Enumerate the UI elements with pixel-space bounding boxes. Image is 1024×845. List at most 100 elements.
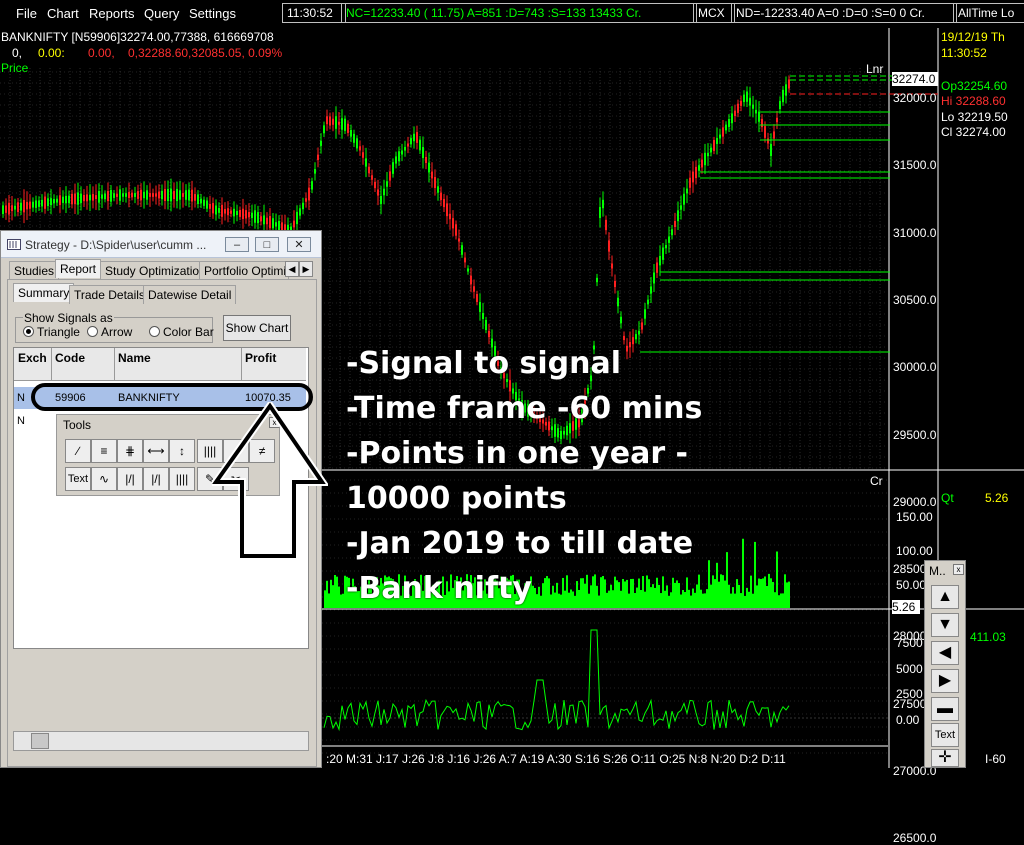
candle-body: [761, 118, 763, 128]
undefined-tick-label: 30500.0: [893, 292, 937, 307]
candle-body: [134, 193, 136, 197]
close-icon[interactable]: ✕: [287, 237, 311, 252]
fibonacci-time-tool-icon[interactable]: ||||: [169, 467, 195, 491]
volume-bar: [666, 585, 668, 608]
candle-body: [185, 190, 187, 200]
col-code[interactable]: Code: [55, 351, 85, 365]
horizontal-measure-tool-icon[interactable]: ⟷: [143, 439, 169, 463]
maximize-icon[interactable]: □: [255, 237, 279, 252]
radio-arrow-icon[interactable]: [87, 326, 98, 337]
volume-bar: [708, 560, 710, 608]
radio-color-bar[interactable]: Color Bar: [149, 325, 214, 339]
volume-bar: [534, 587, 536, 608]
note-6: -Bank nifty: [346, 571, 532, 606]
scroll-down-icon[interactable]: ▼: [931, 613, 959, 637]
tab-portfolio-optimize[interactable]: Portfolio Optimize: [199, 261, 289, 280]
volume-bar: [580, 578, 582, 608]
ohlc-open: Op32254.60: [941, 79, 1008, 93]
volume-bar: [596, 585, 598, 608]
candle-body: [182, 193, 184, 197]
trendline-tool-icon[interactable]: ∕: [65, 439, 91, 463]
candle-body: [362, 152, 364, 158]
candle-body: [5, 205, 7, 213]
col-exch[interactable]: Exch: [18, 351, 47, 365]
candle-body: [59, 195, 61, 206]
volume-bar: [756, 585, 758, 608]
col-name[interactable]: Name: [118, 351, 151, 365]
scroll-left-icon[interactable]: ◀: [931, 641, 959, 665]
volume-bar: [754, 541, 756, 608]
vertical-measure-tool-icon[interactable]: ↕: [169, 439, 195, 463]
volume-bar: [556, 582, 558, 608]
crosshair-icon[interactable]: ✛: [931, 749, 959, 767]
scroll-up-icon[interactable]: ▲: [931, 585, 959, 609]
volume-bar: [558, 593, 560, 608]
col-divider: [114, 348, 115, 380]
tab-study-optimization[interactable]: Study Optimization: [100, 261, 211, 280]
candle-body: [233, 208, 235, 217]
fan-lines-tool-icon[interactable]: ⋕: [117, 439, 143, 463]
volume-bar: [570, 589, 572, 608]
nav-text-button[interactable]: Text: [931, 723, 959, 747]
horizontal-scrollbar[interactable]: [13, 731, 309, 751]
qt-value: 5.26: [985, 491, 1009, 505]
wave-tool-icon[interactable]: ∿: [91, 467, 117, 491]
note-2: -Time frame -60 mins: [346, 391, 703, 426]
candle-body: [422, 147, 424, 158]
tab-scroll-left-icon[interactable]: ◀: [285, 261, 299, 277]
candle-body: [443, 198, 445, 208]
radio-arrow[interactable]: Arrow: [87, 325, 132, 339]
candle-body: [167, 188, 169, 202]
candle-body: [122, 193, 124, 197]
candle-body: [170, 188, 172, 202]
parallel-lines-tool-icon[interactable]: ≡: [91, 439, 117, 463]
volume-bar: [340, 594, 342, 608]
candle-body: [746, 91, 748, 102]
candle-body: [428, 162, 430, 173]
subtab-datewise-detail[interactable]: Datewise Detail: [143, 285, 237, 304]
nav-close-icon[interactable]: x: [953, 564, 964, 575]
volume-bar: [540, 595, 542, 608]
subtab-summary[interactable]: Summary: [13, 283, 75, 302]
tab-studies[interactable]: Studies: [9, 261, 60, 280]
radio-triangle[interactable]: Triangle: [23, 325, 80, 339]
candle-body: [752, 104, 754, 109]
speed-lines-tool-icon[interactable]: |/|: [143, 467, 169, 491]
radio-color-bar-icon[interactable]: [149, 326, 160, 337]
strategy-titlebar[interactable]: Strategy - D:\Spider\user\cumm ... – □ ✕: [1, 231, 321, 258]
candle-body: [704, 152, 706, 166]
radio-triangle-icon[interactable]: [23, 326, 34, 337]
undefined-tick-label: 32000.0: [893, 91, 937, 105]
volume-bar: [686, 577, 688, 608]
gann-tool-icon[interactable]: |/|: [117, 467, 143, 491]
text-tool-button[interactable]: Text: [65, 467, 91, 491]
candle-body: [218, 208, 220, 213]
volume-bar: [638, 578, 640, 608]
volume-bar: [602, 575, 604, 608]
undefined-tick-label: 2500: [896, 687, 923, 701]
candle-body: [671, 229, 673, 236]
volume-bar: [324, 590, 326, 608]
volume-bar: [674, 582, 676, 608]
tab-report[interactable]: Report: [55, 259, 102, 278]
pointer-arrow: [212, 402, 328, 560]
volume-bar: [588, 593, 590, 608]
volume-badge: 5.26: [892, 600, 920, 614]
candle-body: [701, 159, 703, 168]
scroll-right-icon[interactable]: ▶: [931, 669, 959, 693]
volume-bar: [592, 576, 594, 608]
scrollbar-thumb[interactable]: [31, 733, 49, 749]
col-profit[interactable]: Profit: [245, 351, 276, 365]
candle-body: [449, 213, 451, 220]
volume-bar: [636, 587, 638, 608]
fit-icon[interactable]: ▬: [931, 697, 959, 721]
tab-scroll-right-icon[interactable]: ▶: [299, 261, 313, 277]
subtab-trade-details[interactable]: Trade Details: [69, 285, 150, 304]
candle-body: [317, 154, 319, 161]
show-chart-button[interactable]: Show Chart: [223, 315, 291, 341]
volume-bar: [668, 595, 670, 608]
volume-bar: [542, 583, 544, 608]
minimize-icon[interactable]: –: [225, 237, 249, 252]
candle-body: [365, 158, 367, 167]
volume-bar: [690, 595, 692, 608]
